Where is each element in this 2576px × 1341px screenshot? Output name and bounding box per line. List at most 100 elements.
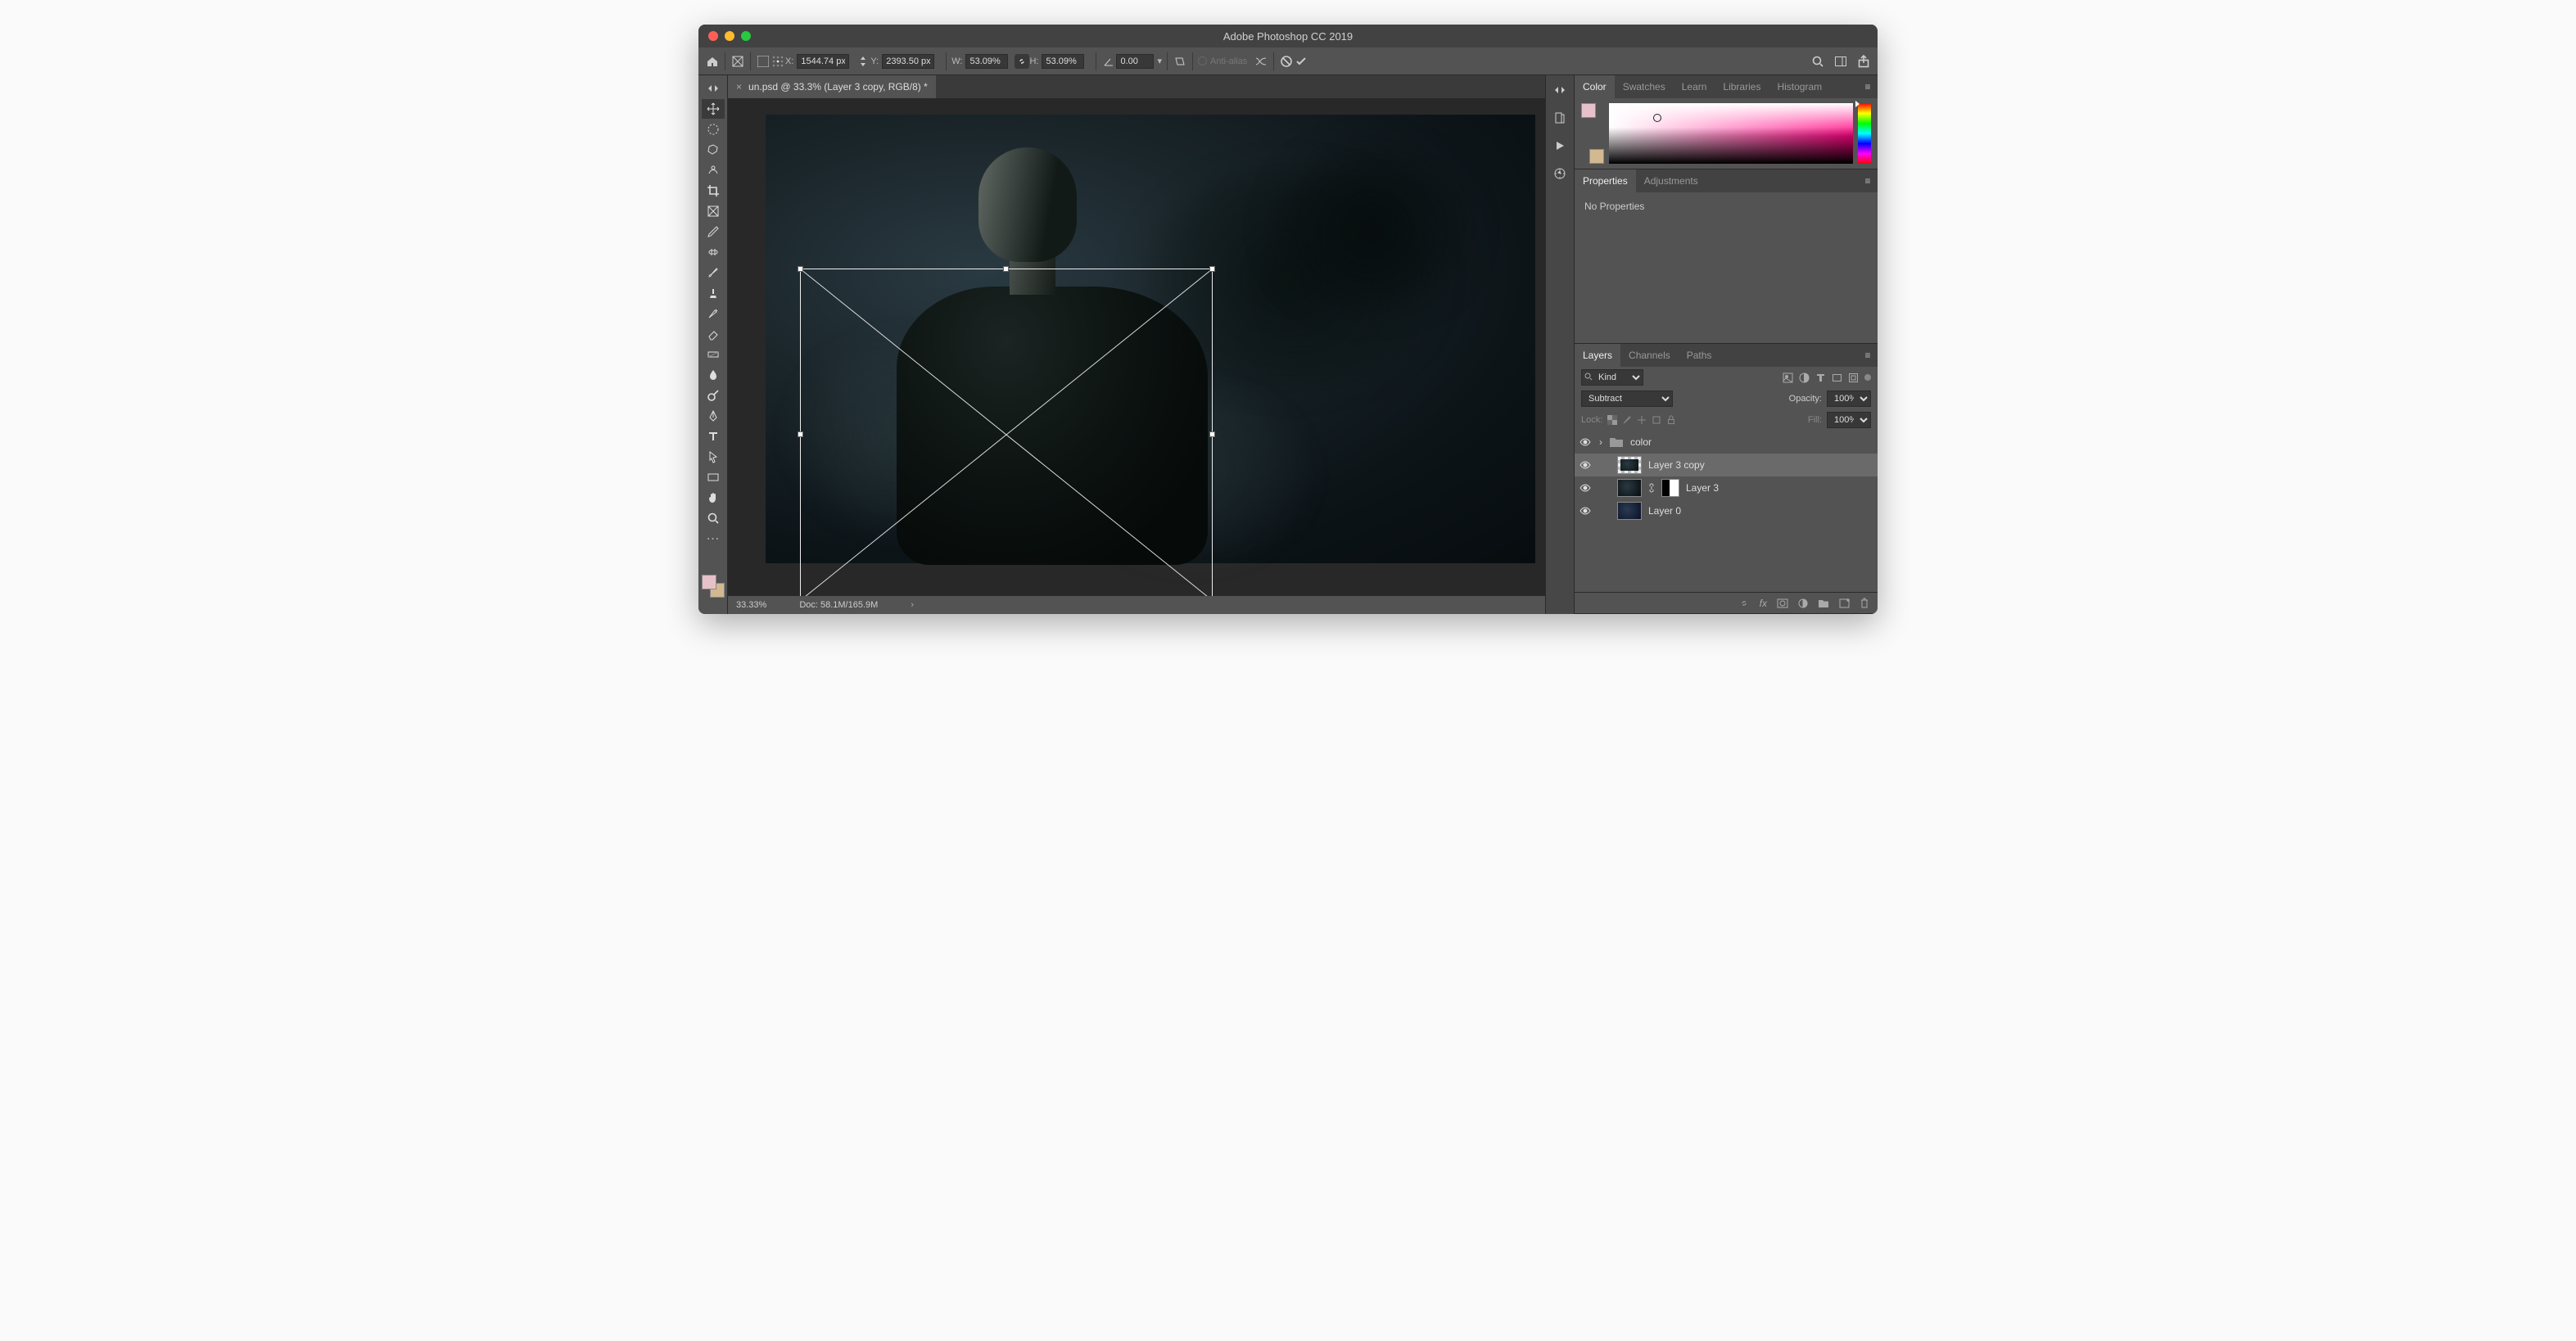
new-layer-icon[interactable] <box>1839 598 1850 608</box>
layer-name[interactable]: Layer 3 <box>1686 482 1719 494</box>
filter-toggle-icon[interactable] <box>1864 374 1871 381</box>
hue-slider[interactable] <box>1858 103 1871 164</box>
healing-brush-tool[interactable] <box>702 242 725 262</box>
layer-thumbnail[interactable] <box>1617 502 1642 520</box>
actions-panel-icon[interactable] <box>1552 138 1568 154</box>
transform-handle-e[interactable] <box>1209 431 1215 437</box>
canvas[interactable] <box>766 115 1535 563</box>
layer-name[interactable]: color <box>1630 436 1652 448</box>
document-tab[interactable]: × un.psd @ 33.3% (Layer 3 copy, RGB/8) * <box>728 75 936 98</box>
navigator-panel-icon[interactable] <box>1552 165 1568 182</box>
transform-handle-n[interactable] <box>1003 266 1009 272</box>
lock-artboard-icon[interactable] <box>1652 415 1661 425</box>
layer-fx-icon[interactable]: fx <box>1760 598 1767 609</box>
gradient-tool[interactable] <box>702 345 725 364</box>
layer-name[interactable]: Layer 3 copy <box>1648 459 1705 471</box>
layer-group-color[interactable]: › color <box>1575 431 1878 454</box>
swatches-tab[interactable]: Swatches <box>1615 75 1674 98</box>
color-panel-swatch[interactable] <box>1581 103 1604 164</box>
w-input[interactable] <box>965 54 1008 69</box>
history-brush-tool[interactable] <box>702 304 725 323</box>
new-adjustment-icon[interactable] <box>1798 598 1808 608</box>
history-panel-icon[interactable] <box>1552 110 1568 126</box>
x-input[interactable] <box>797 54 849 69</box>
quick-selection-tool[interactable] <box>702 160 725 180</box>
paths-tab[interactable]: Paths <box>1679 344 1720 367</box>
layer-thumbnail[interactable] <box>1617 456 1642 474</box>
clone-stamp-tool[interactable] <box>702 283 725 303</box>
transform-handle-w[interactable] <box>798 431 803 437</box>
brush-tool[interactable] <box>702 263 725 282</box>
workspace-icon[interactable] <box>1833 54 1848 69</box>
layer-layer3copy[interactable]: Layer 3 copy <box>1575 454 1878 476</box>
visibility-toggle-icon[interactable] <box>1579 461 1593 469</box>
layers-panel-menu-icon[interactable]: ≡ <box>1858 350 1878 361</box>
hue-slider-thumb[interactable] <box>1855 101 1860 107</box>
learn-tab[interactable]: Learn <box>1674 75 1715 98</box>
layer-thumbnail[interactable] <box>1617 479 1642 497</box>
edit-toolbar-icon[interactable]: ⋯ <box>702 529 725 549</box>
fg-color-swatch[interactable] <box>702 575 716 589</box>
color-panel-menu-icon[interactable]: ≡ <box>1858 81 1878 93</box>
properties-panel-menu-icon[interactable]: ≡ <box>1858 175 1878 187</box>
rectangle-tool[interactable] <box>702 467 725 487</box>
blend-mode-select[interactable]: Subtract <box>1581 391 1673 407</box>
filter-shape-icon[interactable] <box>1832 372 1842 383</box>
maximize-window-button[interactable] <box>741 31 751 41</box>
search-icon[interactable] <box>1810 54 1825 69</box>
status-more-icon[interactable]: › <box>911 600 914 610</box>
adjustments-tab[interactable]: Adjustments <box>1636 169 1706 192</box>
fill-select[interactable]: 100% <box>1827 412 1871 428</box>
filter-adjustment-icon[interactable] <box>1799 372 1810 383</box>
properties-tab[interactable]: Properties <box>1575 169 1636 192</box>
antialias-checkbox[interactable]: Anti-alias <box>1198 56 1247 66</box>
mask-link-icon[interactable] <box>1648 483 1655 493</box>
panel-fg-swatch[interactable] <box>1581 103 1596 118</box>
color-tab[interactable]: Color <box>1575 75 1615 98</box>
hand-tool[interactable] <box>702 488 725 508</box>
close-window-button[interactable] <box>708 31 718 41</box>
lock-all-icon[interactable] <box>1666 415 1676 425</box>
eraser-tool[interactable] <box>702 324 725 344</box>
cancel-transform-icon[interactable] <box>1279 54 1294 69</box>
expand-group-icon[interactable]: › <box>1599 436 1602 448</box>
filter-type-icon[interactable] <box>1815 372 1826 383</box>
doc-info[interactable]: Doc: 58.1M/165.9M <box>799 600 878 610</box>
canvas-viewport[interactable] <box>728 98 1545 596</box>
angle-input[interactable] <box>1116 54 1154 69</box>
zoom-level[interactable]: 33.33% <box>736 600 766 610</box>
blur-tool[interactable] <box>702 365 725 385</box>
skew-h-icon[interactable] <box>1173 54 1187 69</box>
transform-handle-ne[interactable] <box>1209 266 1215 272</box>
filter-pixel-icon[interactable] <box>1783 372 1793 383</box>
color-field[interactable] <box>1609 103 1853 164</box>
move-tool[interactable] <box>702 99 725 119</box>
share-icon[interactable] <box>1856 54 1871 69</box>
histogram-tab[interactable]: Histogram <box>1769 75 1830 98</box>
h-input[interactable] <box>1042 54 1084 69</box>
close-tab-icon[interactable]: × <box>736 81 742 93</box>
visibility-toggle-icon[interactable] <box>1579 438 1593 446</box>
eyedropper-tool[interactable] <box>702 222 725 242</box>
lasso-tool[interactable] <box>702 140 725 160</box>
filter-smart-icon[interactable] <box>1848 372 1859 383</box>
commit-transform-icon[interactable] <box>1294 54 1308 69</box>
lock-transparency-icon[interactable] <box>1607 415 1617 425</box>
pen-tool[interactable] <box>702 406 725 426</box>
transform-mode-icon[interactable] <box>730 54 745 69</box>
path-selection-tool[interactable] <box>702 447 725 467</box>
crop-tool[interactable] <box>702 181 725 201</box>
link-layers-icon[interactable] <box>1738 598 1750 608</box>
reference-point-icon[interactable] <box>756 54 771 69</box>
layer-name[interactable]: Layer 0 <box>1648 505 1681 517</box>
marquee-tool[interactable] <box>702 120 725 139</box>
tools-collapse-icon[interactable] <box>702 79 725 98</box>
channels-tab[interactable]: Channels <box>1620 344 1679 367</box>
add-mask-icon[interactable] <box>1777 598 1788 608</box>
lock-position-icon[interactable] <box>1637 415 1647 425</box>
home-icon[interactable] <box>705 54 720 69</box>
new-group-icon[interactable] <box>1818 598 1829 608</box>
link-icon[interactable] <box>1015 54 1029 69</box>
type-tool[interactable] <box>702 427 725 446</box>
frame-tool[interactable] <box>702 201 725 221</box>
